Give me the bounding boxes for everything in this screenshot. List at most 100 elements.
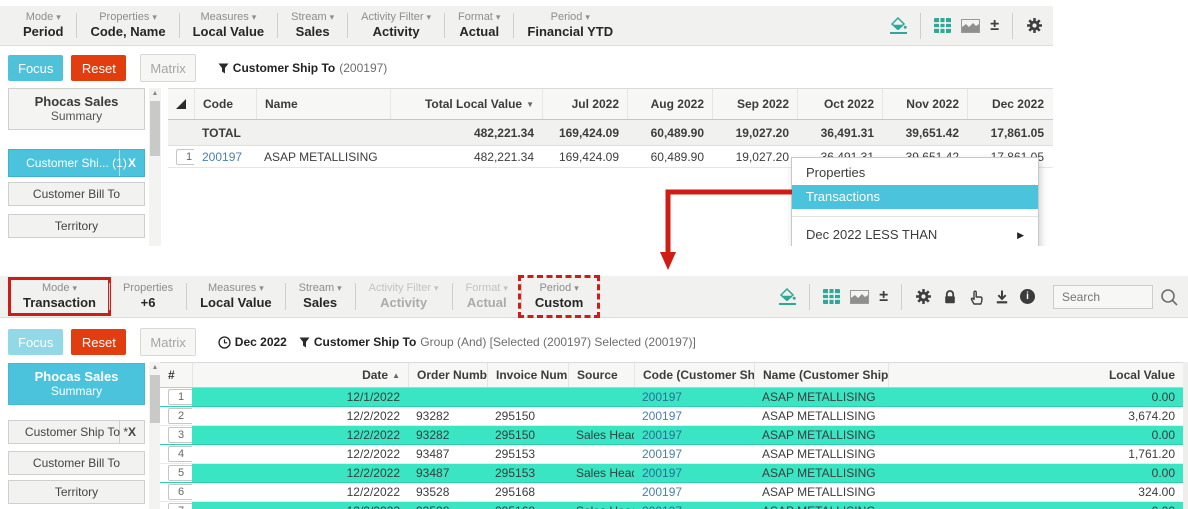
search-icon[interactable] bbox=[1160, 288, 1178, 306]
settings-gear-icon[interactable] bbox=[1026, 17, 1043, 34]
format-paint-icon[interactable] bbox=[890, 17, 907, 34]
column-header-name-customer-ship-to-[interactable]: Name (Customer Ship To) bbox=[754, 363, 888, 387]
column-header--[interactable]: # bbox=[160, 363, 192, 387]
toolbar-item-period[interactable]: Period▾Financial YTD bbox=[514, 8, 626, 43]
date-cell: 12/2/2022 bbox=[192, 464, 408, 482]
column-header-month[interactable]: Nov 2022 bbox=[882, 89, 967, 119]
pivot-corner-cell[interactable] bbox=[168, 89, 194, 119]
filter-breadcrumb[interactable]: Customer Ship To Group (And) [Selected (… bbox=[299, 335, 696, 349]
total-value-cell: 482,221.34 bbox=[390, 146, 542, 167]
menu-item-properties[interactable]: Properties bbox=[792, 161, 1038, 185]
column-header-name[interactable]: Name bbox=[256, 89, 390, 119]
period-breadcrumb[interactable]: Dec 2022 bbox=[218, 335, 287, 349]
toolbar-item-properties[interactable]: Properties▾Code, Name bbox=[77, 8, 178, 43]
matrix-button[interactable]: Matrix bbox=[140, 328, 195, 356]
filter-criteria: Group (And) [Selected (200197) Selected … bbox=[420, 335, 696, 349]
toolbar-item-stream[interactable]: Stream▾Sales bbox=[286, 279, 355, 314]
caret-down-icon: ▾ bbox=[259, 283, 264, 293]
scrollbar-thumb[interactable] bbox=[150, 101, 160, 156]
download-icon[interactable] bbox=[994, 289, 1010, 305]
toolbar-item-period[interactable]: Period▾Custom bbox=[522, 279, 596, 314]
name-cell: ASAP METALLISING bbox=[754, 426, 888, 444]
chart-view-icon[interactable] bbox=[850, 290, 869, 304]
sidebar-item-customer-ship-to[interactable]: Customer Shi... (1) X bbox=[8, 149, 145, 177]
table-view-icon[interactable] bbox=[823, 289, 840, 304]
toolbar-item-format[interactable]: Format▾Actual bbox=[453, 279, 521, 314]
local-value-cell: 1,761.20 bbox=[888, 445, 1183, 463]
toolbar-item-value: Transaction bbox=[23, 295, 96, 311]
column-header-date[interactable]: Date▲ bbox=[192, 363, 408, 387]
plus-minus-icon[interactable]: ± bbox=[990, 19, 999, 33]
column-header-invoice-number[interactable]: Invoice Number bbox=[487, 363, 568, 387]
table-view-icon[interactable] bbox=[934, 18, 951, 33]
local-value-cell: 324.00 bbox=[888, 483, 1183, 501]
toolbar-item-measures[interactable]: Measures▾Local Value bbox=[180, 8, 278, 43]
date-cell: 12/2/2022 bbox=[192, 445, 408, 463]
toolbar-item-stream[interactable]: Stream▾Sales bbox=[278, 8, 347, 43]
column-header-month[interactable]: Aug 2022 bbox=[627, 89, 712, 119]
reset-button[interactable]: Reset bbox=[71, 329, 126, 355]
code-link[interactable]: 200197 bbox=[642, 428, 682, 442]
toolbar-item-mode[interactable]: Mode▾Transaction bbox=[10, 279, 109, 314]
code-link[interactable]: 200197 bbox=[642, 390, 682, 404]
toolbar-item-mode[interactable]: Mode▾Period bbox=[10, 8, 76, 43]
sidebar-item-territory[interactable]: Territory bbox=[8, 480, 145, 504]
column-header-label: # bbox=[168, 368, 175, 382]
clear-filter-button[interactable]: X bbox=[119, 150, 144, 176]
column-header-month[interactable]: Sep 2022 bbox=[712, 89, 797, 119]
column-header-label: Order Number bbox=[417, 368, 487, 382]
column-header-label: Invoice Number bbox=[496, 368, 568, 382]
clear-filter-button[interactable]: X bbox=[119, 421, 144, 443]
scroll-up-icon[interactable]: ▲ bbox=[149, 90, 161, 97]
settings-gear-icon[interactable] bbox=[915, 288, 932, 305]
reset-button[interactable]: Reset bbox=[71, 55, 126, 81]
chart-view-icon[interactable] bbox=[961, 19, 980, 33]
column-header-order-number[interactable]: Order Number bbox=[408, 363, 487, 387]
toolbar-item-properties[interactable]: Properties+6 bbox=[110, 279, 186, 314]
toolbar-item-activity-filter[interactable]: Activity Filter▾Activity bbox=[356, 279, 452, 314]
menu-item-transactions[interactable]: Transactions bbox=[792, 185, 1038, 209]
pivot-triangle-icon bbox=[176, 99, 186, 109]
column-header-local-value[interactable]: Local Value bbox=[888, 363, 1183, 387]
code-link[interactable]: 200197 bbox=[642, 504, 682, 509]
tap-hand-icon[interactable] bbox=[968, 289, 984, 305]
column-header-month[interactable]: Oct 2022 bbox=[797, 89, 882, 119]
filter-breadcrumb[interactable]: Customer Ship To (200197) bbox=[218, 61, 388, 75]
code-link[interactable]: 200197 bbox=[642, 485, 682, 499]
sidebar-item-territory[interactable]: Territory bbox=[8, 214, 145, 238]
column-header-total-local-value[interactable]: Total Local Value▼ bbox=[390, 89, 542, 119]
lock-icon[interactable] bbox=[942, 289, 958, 305]
sidebar-item-label: Customer Bill To bbox=[33, 456, 120, 470]
database-selector[interactable]: Phocas Sales Summary bbox=[8, 88, 145, 130]
matrix-button[interactable]: Matrix bbox=[140, 54, 195, 82]
column-header-code-customer-ship-to-[interactable]: Code (Customer Ship To) bbox=[634, 363, 754, 387]
sidebar-item-customer-bill-to[interactable]: Customer Bill To bbox=[8, 451, 145, 475]
sidebar-scrollbar[interactable]: ▲ bbox=[149, 88, 161, 246]
code-link[interactable]: 200197 bbox=[642, 409, 682, 423]
toolbar-item-measures[interactable]: Measures▾Local Value bbox=[187, 279, 285, 314]
sidebar-item-customer-ship-to[interactable]: Customer Ship To * X bbox=[8, 420, 145, 444]
menu-item-dec-2022-less-than[interactable]: Dec 2022 LESS THAN ▶ bbox=[792, 223, 1038, 246]
focus-button[interactable]: Focus bbox=[8, 329, 63, 355]
format-paint-icon[interactable] bbox=[779, 288, 796, 305]
sidebar-item-customer-bill-to[interactable]: Customer Bill To bbox=[8, 182, 145, 206]
info-icon[interactable]: i bbox=[1020, 289, 1035, 304]
plus-minus-icon[interactable]: ± bbox=[879, 290, 888, 304]
column-header-source[interactable]: Source bbox=[568, 363, 634, 387]
database-selector[interactable]: Phocas Sales Summary bbox=[8, 363, 145, 405]
column-header-code[interactable]: Code bbox=[194, 89, 256, 119]
toolbar-item-activity-filter[interactable]: Activity Filter▾Activity bbox=[348, 8, 444, 43]
table-scrollbar[interactable] bbox=[1183, 362, 1188, 509]
focus-button[interactable]: Focus bbox=[8, 55, 63, 81]
column-header-month[interactable]: Jul 2022 bbox=[542, 89, 627, 119]
code-link[interactable]: 200197 bbox=[202, 150, 242, 164]
scrollbar-thumb[interactable] bbox=[150, 375, 160, 423]
sort-desc-icon: ▼ bbox=[526, 100, 534, 109]
toolbar-item-format[interactable]: Format▾Actual bbox=[445, 8, 513, 43]
caret-down-icon: ▾ bbox=[496, 12, 501, 22]
database-title: Phocas Sales bbox=[9, 369, 144, 384]
search-input[interactable] bbox=[1053, 285, 1153, 309]
column-header-month[interactable]: Dec 2022 bbox=[967, 89, 1052, 119]
code-link[interactable]: 200197 bbox=[642, 466, 682, 480]
code-link[interactable]: 200197 bbox=[642, 447, 682, 461]
